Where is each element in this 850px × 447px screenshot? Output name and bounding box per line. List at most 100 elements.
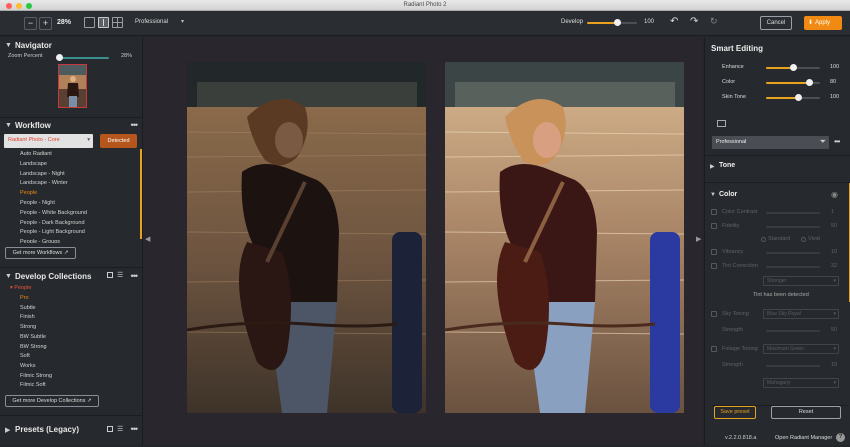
vibrancy-checkbox[interactable] [711, 249, 717, 255]
collection-group-people[interactable]: ▾ People [10, 285, 31, 291]
help-icon[interactable]: ? [836, 433, 845, 442]
expand-icon[interactable]: ▶ [710, 163, 715, 170]
list-view-icon[interactable]: ☰ [117, 271, 123, 279]
collapse-icon[interactable]: ▼ [5, 42, 12, 49]
collapse-right-icon[interactable]: ▶ [696, 235, 701, 243]
presets-legacy-header[interactable]: ▶ Presets (Legacy) ☰ ••• [0, 423, 143, 437]
foliage-toning-checkbox[interactable] [711, 346, 717, 352]
collection-item[interactable]: Finish [20, 314, 35, 320]
navigator-thumbnail[interactable] [58, 64, 87, 108]
collection-item[interactable]: BW Strong [20, 344, 47, 350]
more-options-icon[interactable]: ••• [131, 424, 139, 434]
color-contrast-slider[interactable] [766, 212, 820, 214]
zoom-out-button[interactable]: − [24, 17, 37, 30]
grid-view-icon[interactable] [107, 272, 113, 278]
sky-toning-checkbox[interactable] [711, 311, 717, 317]
smart-slider[interactable] [766, 64, 820, 71]
workflow-item[interactable]: People - Night [20, 200, 55, 206]
filter-icon[interactable]: ⏷ [820, 137, 826, 147]
zoom-percent-label: Zoom Percent [8, 53, 43, 59]
workflow-item[interactable]: People - Groups [20, 239, 60, 243]
workflow-item[interactable]: People - Dark Background [20, 220, 85, 226]
workflow-item[interactable]: Landscape [20, 161, 47, 167]
after-image[interactable] [445, 62, 684, 413]
undo-icon[interactable]: ↶ [670, 16, 678, 27]
sky-toning-select[interactable]: Blue Sky Royal ▾ [763, 309, 839, 319]
fidelity-slider[interactable] [766, 226, 820, 228]
smart-slider-knob[interactable] [806, 79, 814, 86]
zoom-in-button[interactable]: + [39, 17, 52, 30]
reset-history-icon[interactable]: ↻ [710, 16, 718, 27]
navigator-zoom-slider[interactable] [56, 54, 109, 61]
collection-item[interactable]: Soft [20, 353, 30, 359]
apply-button[interactable]: ⬇ Apply [804, 16, 842, 30]
tint-select[interactable]: Stronger ▾ [763, 276, 839, 286]
color-contrast-checkbox[interactable] [711, 209, 717, 215]
preset-select[interactable]: Professional ⏷ [712, 136, 829, 149]
fidelity-vivid-radio[interactable] [801, 237, 806, 242]
split-view-icon[interactable] [98, 17, 109, 28]
workflow-item[interactable]: Landscape - Night [20, 171, 65, 177]
collection-item[interactable]: Filmic Soft [20, 382, 46, 388]
get-more-workflows-button[interactable]: Get more Workflows ↗ [5, 247, 76, 259]
collection-item[interactable]: Pro [20, 295, 29, 301]
tint-correction-slider[interactable] [766, 266, 820, 268]
workflow-scrollbar[interactable] [140, 149, 142, 239]
workflow-item[interactable]: People [20, 190, 37, 196]
redo-icon[interactable]: ↷ [690, 16, 698, 27]
extra-toning-select[interactable]: Mahogany ▾ [763, 378, 839, 388]
tint-correction-checkbox[interactable] [711, 263, 717, 269]
single-view-icon[interactable] [84, 17, 95, 28]
smart-slider-knob[interactable] [790, 64, 797, 71]
save-preset-button[interactable]: Save preset [714, 406, 756, 419]
fidelity-vivid-label: Vivid [808, 236, 820, 242]
workflow-select[interactable]: Radiant Photo - Core ▾ [4, 134, 93, 148]
expand-icon[interactable]: ▶ [5, 426, 10, 434]
smart-slider-fill [766, 67, 793, 69]
more-options-icon[interactable]: ••• [834, 137, 840, 146]
sky-strength-slider[interactable] [766, 330, 820, 332]
workflow-header[interactable]: ▼ Workflow ••• [0, 119, 143, 133]
open-radiant-manager-link[interactable]: Open Radiant Manager [775, 435, 832, 441]
collection-item[interactable]: Subtle [20, 305, 36, 311]
cancel-button[interactable]: Cancel [760, 16, 792, 30]
collapse-left-icon[interactable]: ◀ [145, 235, 150, 243]
collapse-icon[interactable]: ▼ [5, 122, 12, 129]
collection-item[interactable]: Works [20, 363, 35, 369]
collapse-icon[interactable]: ▼ [5, 273, 12, 280]
reset-button[interactable]: Reset [771, 406, 841, 419]
grid-view-icon[interactable] [107, 426, 113, 432]
workflow-item[interactable]: People - White Background [20, 210, 87, 216]
foliage-toning-select[interactable]: Maximum Green ▾ [763, 344, 839, 354]
more-options-icon[interactable]: ••• [131, 271, 139, 281]
collection-item[interactable]: Strong [20, 324, 36, 330]
vibrancy-slider[interactable] [766, 252, 820, 254]
preset-mode-select[interactable]: Professional [135, 19, 168, 25]
detected-button[interactable]: Detected [100, 134, 137, 148]
foliage-strength-slider[interactable] [766, 365, 820, 367]
navigator-header[interactable]: ▼ Navigator [0, 39, 143, 53]
chevron-down-icon[interactable]: ▾ [181, 18, 184, 25]
smart-slider-knob[interactable] [795, 94, 803, 101]
develop-slider[interactable] [587, 19, 637, 26]
collapse-icon[interactable]: ▼ [710, 192, 716, 198]
collection-item[interactable]: BW Subtle [20, 334, 46, 340]
develop-slider-knob[interactable] [614, 19, 621, 26]
smart-slider[interactable] [766, 79, 820, 86]
workflow-item[interactable]: Auto Radiant [20, 151, 52, 157]
compare-view-icon[interactable] [112, 17, 123, 28]
workflow-item[interactable]: People - Light Background [20, 229, 85, 235]
list-view-icon[interactable]: ☰ [117, 425, 123, 433]
fidelity-checkbox[interactable] [711, 223, 717, 229]
get-more-collections-button[interactable]: Get more Develop Collections ↗ [5, 395, 99, 407]
divider [705, 182, 850, 183]
navigator-zoom-knob[interactable] [56, 54, 63, 61]
visibility-icon[interactable]: ◉ [831, 190, 838, 199]
more-options-icon[interactable]: ••• [131, 120, 139, 130]
workflow-item[interactable]: Landscape - Winter [20, 180, 68, 186]
fidelity-standard-radio[interactable] [761, 237, 766, 242]
develop-collections-header[interactable]: ▼ Develop Collections ☰ ••• [0, 270, 143, 284]
collection-item[interactable]: Filmic Strong [20, 373, 52, 379]
smart-slider[interactable] [766, 94, 820, 101]
before-image[interactable] [187, 62, 426, 413]
